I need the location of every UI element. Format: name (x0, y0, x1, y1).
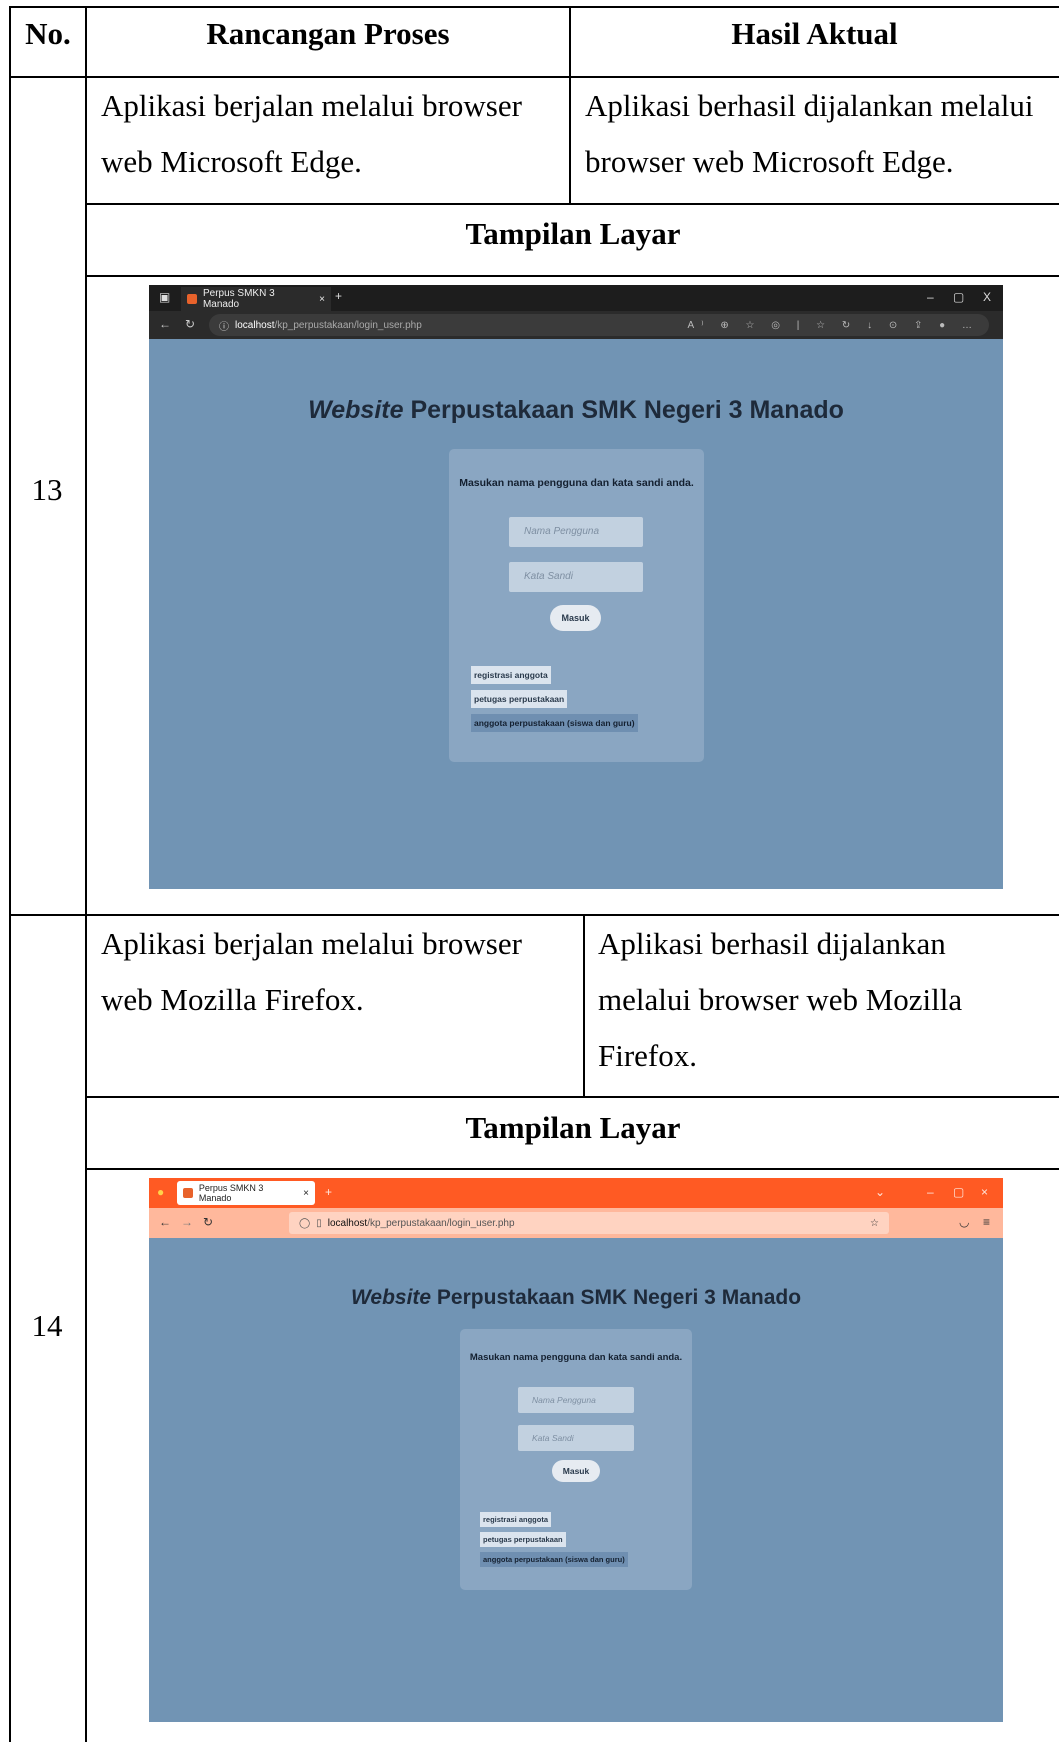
login-card: Masukan nama pengguna dan kata sandi and… (449, 449, 704, 762)
firefox-address-bar: ← → ↻ ◯ ▯ localhost/kp_perpustakaan/logi… (149, 1208, 1003, 1238)
menu-icon[interactable]: ≡ (983, 1215, 990, 1229)
url-field[interactable]: ◯ ▯ localhost/kp_perpustakaan/login_user… (289, 1212, 889, 1234)
header-hasil-aktual: Hasil Aktual (731, 16, 898, 51)
link-registrasi-anggota[interactable]: registrasi anggota (471, 666, 551, 684)
username-input[interactable]: Nama Pengguna (509, 517, 643, 547)
text-line: Aplikasi berhasil dijalankan (598, 926, 946, 961)
close-window-icon[interactable]: × (981, 1185, 988, 1199)
favicon-icon (187, 294, 197, 304)
firefox-tab-bar: ● Perpus SMKN 3 Manado × + ⌄ – ▢ × (149, 1178, 1003, 1208)
tampilan-layar-heading: Tampilan Layar (465, 216, 681, 251)
tab-title: Perpus SMKN 3 Manado (202, 288, 275, 310)
masuk-button[interactable]: Masuk (552, 1460, 600, 1482)
edge-screenshot: ▣ Perpus SMKN 3 Manado × + – ▢ X ← ↻ ⓘ l… (149, 285, 1003, 889)
firefox-screenshot: ● Perpus SMKN 3 Manado × + ⌄ – ▢ × ← → ↻… (149, 1178, 1003, 1722)
row13-tampilan-bottom-border (85, 275, 1059, 277)
row-number: 14 (31, 1308, 63, 1343)
tab-close-icon[interactable]: × (319, 294, 325, 305)
toolbar-icons[interactable]: A⁾ ⊕ ☆ ◎ | ☆ ↻ ↓ ⊙ ⇪ ● … (688, 320, 980, 331)
table-left-border (9, 6, 11, 1742)
text-line: Aplikasi berhasil dijalankan melalui (585, 88, 1034, 123)
header-no: No. (25, 16, 71, 51)
text-line: Aplikasi berjalan melalui browser (101, 926, 522, 961)
favicon-icon (183, 1188, 193, 1198)
tab-title: Perpus SMKN 3 Manado (198, 1183, 264, 1203)
row14-column-divider (583, 914, 585, 1097)
shield-icon[interactable]: ◯ (299, 1218, 310, 1229)
back-icon[interactable]: ← (159, 1215, 171, 1229)
username-input[interactable]: Nama Pengguna (518, 1387, 634, 1413)
url-host: localhost (327, 1217, 368, 1229)
text-line: web Microsoft Edge. (101, 144, 362, 179)
url-path: /kp_perpustakaan/login_user.php (367, 1217, 515, 1229)
refresh-icon[interactable]: ↻ (203, 1215, 213, 1229)
browser-tab[interactable]: Perpus SMKN 3 Manado × (177, 1181, 315, 1205)
back-icon[interactable]: ← (159, 317, 171, 331)
browser-tab[interactable]: Perpus SMKN 3 Manado × (181, 287, 331, 311)
row-number: 13 (31, 472, 63, 507)
text-line: Firefox. (598, 1038, 698, 1073)
text-line: Aplikasi berjalan melalui browser (101, 88, 522, 123)
list-tabs-icon[interactable]: ⌄ (875, 1185, 885, 1199)
row14-tampilan-bottom-border (85, 1168, 1059, 1170)
tab-actions-icon[interactable]: ▣ (159, 290, 170, 304)
refresh-icon[interactable]: ↻ (185, 317, 195, 331)
no-column-divider (85, 6, 87, 1742)
link-registrasi-anggota[interactable]: registrasi anggota (480, 1512, 552, 1527)
edge-address-bar: ← ↻ ⓘ localhost/kp_perpustakaan/login_us… (149, 311, 1003, 339)
rancangan-text: Aplikasi berjalan melalui browser web Mi… (101, 78, 522, 190)
page-title: Website Perpustakaan SMK Negeri 3 Manado (350, 1286, 802, 1309)
text-line: browser web Microsoft Edge. (585, 144, 954, 179)
site-info-icon[interactable]: ⓘ (219, 318, 229, 333)
maximize-icon[interactable]: ▢ (953, 1185, 964, 1199)
pocket-icon[interactable]: ◡ (959, 1215, 969, 1229)
hasil-text: Aplikasi berhasil dijalankan melalui bro… (598, 916, 962, 1084)
url-host: localhost (235, 319, 275, 331)
login-prompt: Masukan nama pengguna dan kata sandi and… (459, 477, 694, 489)
header-rancangan-proses: Rancangan Proses (206, 16, 450, 51)
table-top-border (9, 6, 1059, 8)
hasil-text: Aplikasi berhasil dijalankan melalui bro… (585, 78, 1034, 190)
close-window-icon[interactable]: X (983, 290, 991, 304)
row13-text-bottom-border (85, 203, 1059, 205)
login-card: Masukan nama pengguna dan kata sandi and… (460, 1329, 692, 1590)
masuk-button[interactable]: Masuk (550, 605, 601, 631)
page-icon: ▯ (316, 1217, 322, 1229)
forward-icon[interactable]: → (181, 1215, 193, 1229)
firefox-logo-icon: ● (157, 1185, 165, 1199)
link-anggota-perpustakaan[interactable]: anggota perpustakaan (siswa dan guru) (480, 1552, 628, 1567)
link-petugas-perpustakaan[interactable]: petugas perpustakaan (471, 690, 568, 708)
url-field[interactable]: ⓘ localhost/kp_perpustakaan/login_user.p… (209, 314, 989, 336)
new-tab-icon[interactable]: + (325, 1185, 332, 1199)
minimize-icon[interactable]: – (927, 290, 934, 304)
text-line: web Mozilla Firefox. (101, 982, 364, 1017)
link-anggota-perpustakaan[interactable]: anggota perpustakaan (siswa dan guru) (471, 714, 638, 732)
password-input[interactable]: Kata Sandi (518, 1425, 634, 1451)
edge-tab-bar: ▣ Perpus SMKN 3 Manado × + – ▢ X (149, 285, 1003, 311)
tab-close-icon[interactable]: × (303, 1188, 309, 1199)
minimize-icon[interactable]: – (927, 1185, 934, 1199)
text-line: melalui browser web Mozilla (598, 982, 963, 1017)
rancangan-text: Aplikasi berjalan melalui browser web Mo… (101, 916, 522, 1028)
tampilan-layar-heading: Tampilan Layar (465, 1110, 681, 1145)
password-input[interactable]: Kata Sandi (509, 562, 643, 592)
row14-text-bottom-border (85, 1096, 1059, 1098)
page-title: Website Perpustakaan SMK Negeri 3 Manado (308, 396, 844, 424)
bookmark-star-icon[interactable]: ☆ (870, 1218, 879, 1229)
link-petugas-perpustakaan[interactable]: petugas perpustakaan (480, 1532, 566, 1547)
maximize-icon[interactable]: ▢ (953, 290, 964, 304)
login-prompt: Masukan nama pengguna dan kata sandi and… (469, 1352, 683, 1363)
url-path: /kp_perpustakaan/login_user.php (274, 319, 422, 331)
new-tab-icon[interactable]: + (335, 289, 342, 303)
